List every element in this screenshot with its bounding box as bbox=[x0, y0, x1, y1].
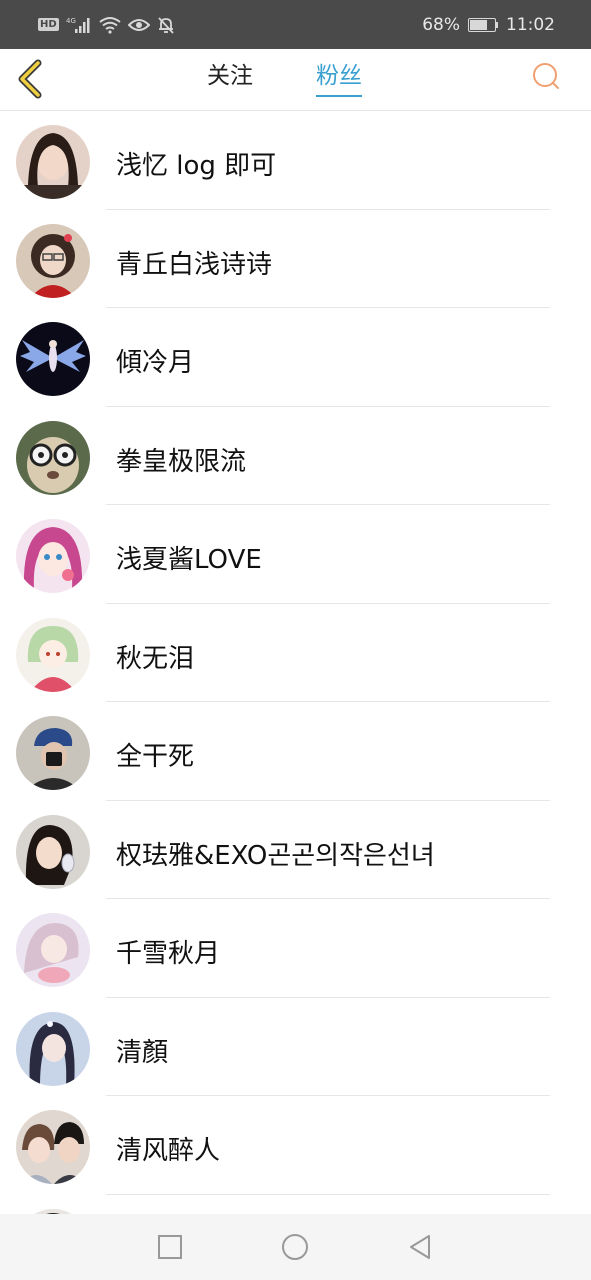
hd-badge: HD bbox=[38, 18, 59, 31]
fan-name: 秋无泪 bbox=[116, 643, 195, 674]
recent-apps-icon bbox=[158, 1235, 182, 1259]
avatar[interactable] bbox=[16, 913, 90, 987]
fan-list: 浅忆 log 即可 青丘白浅诗诗 傾冷月 拳皇极限流 浅夏酱LOVE 秋无泪 全… bbox=[0, 111, 591, 1214]
list-item[interactable]: 浅夏酱LOVE bbox=[0, 505, 591, 604]
status-bar: HD 4G 68% 11:02 bbox=[0, 0, 591, 49]
fan-name: 浅忆 log 即可 bbox=[116, 151, 277, 181]
fan-name: 清风醉人 bbox=[116, 1136, 221, 1166]
fan-name: 千雪秋月 bbox=[116, 939, 221, 969]
eye-icon bbox=[127, 17, 150, 33]
avatar[interactable] bbox=[16, 322, 90, 396]
search-button[interactable] bbox=[530, 61, 562, 93]
navigation-bar bbox=[0, 1214, 591, 1280]
fan-name: 傾冷月 bbox=[116, 348, 195, 378]
list-item[interactable]: 权珐雅&EXO곤곤의작은선녀 bbox=[0, 801, 591, 899]
nav-back-button[interactable] bbox=[405, 1232, 435, 1262]
wifi-icon bbox=[99, 16, 121, 34]
status-left: HD 4G bbox=[38, 16, 175, 34]
header: 关注 粉丝 bbox=[0, 49, 591, 111]
avatar[interactable] bbox=[16, 519, 90, 593]
fan-name: 权珐雅&EXO곤곤의작은선녀 bbox=[116, 840, 435, 871]
list-item[interactable]: 傾冷月 bbox=[0, 308, 591, 407]
list-item[interactable]: 清风醉人 bbox=[0, 1096, 591, 1195]
search-icon bbox=[533, 63, 559, 89]
list-item[interactable]: 浅忆 log 即可 bbox=[0, 111, 591, 210]
signal-icon: 4G bbox=[66, 16, 92, 34]
recent-apps-button[interactable] bbox=[155, 1232, 185, 1262]
back-icon bbox=[410, 1235, 430, 1259]
fan-name: 全干死 bbox=[116, 742, 195, 772]
avatar[interactable] bbox=[16, 1011, 90, 1086]
list-item[interactable]: 全干死 bbox=[0, 702, 591, 801]
avatar[interactable] bbox=[16, 1110, 90, 1184]
back-button[interactable] bbox=[14, 57, 48, 101]
mute-bell-icon bbox=[157, 16, 175, 34]
avatar[interactable] bbox=[16, 223, 90, 298]
list-item[interactable]: 秋无泪 bbox=[0, 604, 591, 702]
svg-text:4G: 4G bbox=[66, 17, 76, 25]
list-item[interactable] bbox=[0, 1195, 591, 1214]
tab-fans[interactable]: 粉丝 bbox=[316, 61, 362, 97]
list-item[interactable]: 拳皇极限流 bbox=[0, 407, 591, 505]
list-item[interactable]: 千雪秋月 bbox=[0, 899, 591, 998]
clock: 11:02 bbox=[506, 14, 555, 35]
list-item[interactable]: 清顏 bbox=[0, 998, 591, 1096]
fan-name: 清顏 bbox=[116, 1037, 169, 1068]
avatar[interactable] bbox=[16, 617, 90, 692]
home-icon bbox=[282, 1234, 308, 1260]
status-right: 68% 11:02 bbox=[422, 15, 555, 35]
home-button[interactable] bbox=[280, 1232, 310, 1262]
battery-percent: 68% bbox=[422, 14, 460, 35]
avatar[interactable] bbox=[16, 420, 90, 495]
fan-name: 浅夏酱LOVE bbox=[116, 545, 262, 575]
fan-name: 拳皇极限流 bbox=[116, 446, 247, 477]
fan-name: 青丘白浅诗诗 bbox=[116, 249, 273, 280]
list-item[interactable]: 青丘白浅诗诗 bbox=[0, 210, 591, 308]
battery-icon bbox=[468, 17, 498, 32]
avatar[interactable] bbox=[16, 125, 90, 199]
avatar[interactable] bbox=[16, 814, 90, 889]
tab-follow[interactable]: 关注 bbox=[207, 61, 253, 97]
avatar[interactable] bbox=[16, 716, 90, 790]
chevron-left-icon bbox=[18, 59, 42, 99]
